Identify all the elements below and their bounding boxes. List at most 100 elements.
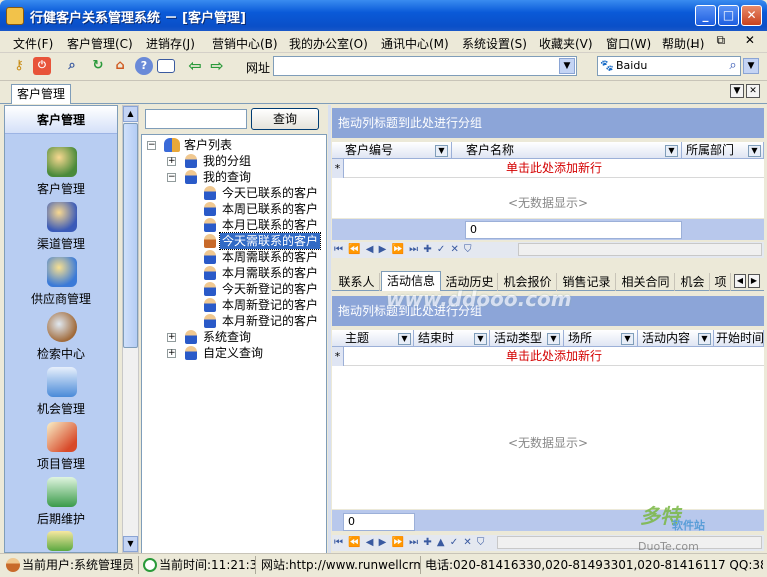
help-icon[interactable]: ? (135, 57, 153, 75)
menu-settings[interactable]: 系统设置(S) (462, 35, 527, 52)
column-subject[interactable]: 主题 ▼ (332, 330, 414, 347)
tab-project[interactable]: 项 (711, 273, 731, 291)
new-row[interactable]: * 单击此处添加新行 (332, 159, 764, 178)
new-row[interactable]: * 单击此处添加新行 (332, 347, 764, 366)
nav-project-management[interactable]: 项目管理 (5, 420, 117, 475)
tree-node-my-groups[interactable]: + 我的分组 (142, 153, 326, 169)
tree-query-item-selected[interactable]: 今天需联系的客户 (142, 232, 326, 250)
address-dropdown-button[interactable]: ▼ (559, 58, 575, 74)
column-start-time[interactable]: 开始时间 (714, 330, 764, 347)
tree-node-custom-queries[interactable]: + 自定义查询 (142, 345, 326, 361)
tab-close-button[interactable]: ✕ (746, 84, 760, 98)
tree-query-item[interactable]: 今天新登记的客户 (142, 281, 326, 297)
expand-icon[interactable]: + (167, 349, 176, 358)
column-department[interactable]: 所属部门 ▼ (682, 142, 764, 159)
address-input[interactable] (273, 56, 577, 76)
search-icon[interactable]: ⌕ (63, 57, 81, 75)
power-icon[interactable]: ⏻ (33, 57, 51, 75)
customer-tree: − 客户列表 + 我的分组 − 我的查询 今天已联系的客户 本周已联系的客户 本… (141, 134, 327, 554)
column-filter-button[interactable]: ▼ (698, 333, 711, 345)
navigator-buttons[interactable]: ⏮ ⏪ ◀ ▶ ⏩ ⏭ ✚ ✓ ✕ ⛉ (334, 242, 473, 258)
menu-file[interactable]: 文件(F) (13, 35, 53, 52)
web-search-button[interactable]: ⌕ (724, 57, 742, 75)
minimize-button[interactable]: _ (695, 5, 716, 26)
forward-arrow-icon[interactable]: ⇨ (208, 57, 226, 75)
key-icon[interactable]: ⚷ (10, 57, 28, 75)
column-activity-type[interactable]: 活动类型 ▼ (490, 330, 564, 347)
search-engine-dropdown[interactable]: ▼ (743, 58, 759, 74)
status-time: 当前时间:11:21:36 (141, 556, 256, 574)
tree-node-my-queries[interactable]: − 我的查询 (142, 169, 326, 185)
group-by-hint[interactable]: 拖动列标题到此处进行分组 (332, 108, 764, 138)
grid-hscrollbar[interactable] (497, 536, 762, 549)
tree-node-system-queries[interactable]: + 系统查询 (142, 329, 326, 345)
menu-marketing[interactable]: 营销中心(B) (212, 35, 278, 52)
menu-window[interactable]: 窗口(W) (606, 35, 651, 52)
tree-query-item[interactable]: 本周新登记的客户 (142, 297, 326, 313)
back-arrow-icon[interactable]: ⇦ (186, 57, 204, 75)
column-venue[interactable]: 场所 ▼ (564, 330, 638, 347)
tree-query-item[interactable]: 本月新登记的客户 (142, 313, 326, 329)
scrollbar-thumb[interactable] (123, 123, 138, 348)
maximize-button[interactable]: □ (718, 5, 739, 26)
tabs-scroll-left[interactable]: ◀ (734, 274, 746, 288)
window-icon[interactable] (157, 59, 175, 73)
nav-channel-management[interactable]: 渠道管理 (5, 200, 117, 255)
collapse-icon[interactable]: − (167, 173, 176, 182)
nav-opportunity-management[interactable]: 机会管理 (5, 365, 117, 420)
column-filter-button[interactable]: ▼ (474, 333, 487, 345)
refresh-icon[interactable]: ↻ (89, 57, 107, 75)
column-activity-content[interactable]: 活动内容 ▼ (638, 330, 714, 347)
collapse-icon[interactable]: − (147, 141, 156, 150)
tab-related-contracts[interactable]: 相关合同 (617, 273, 675, 291)
web-search-input[interactable]: Baidu (597, 56, 741, 76)
tab-opportunity[interactable]: 机会 (676, 273, 710, 291)
navigator-buttons[interactable]: ⏮ ⏪ ◀ ▶ ⏩ ⏭ ✚ ▲ ✓ ✕ ⛉ (334, 535, 485, 551)
nav-search-center[interactable]: 检索中心 (5, 310, 117, 365)
column-filter-button[interactable]: ▼ (748, 145, 761, 157)
home-icon[interactable]: ⌂ (111, 57, 129, 75)
grid-hscrollbar[interactable] (518, 243, 762, 256)
column-customer-name[interactable]: 客户名称 ▼ (452, 142, 682, 159)
menu-favorites[interactable]: 收藏夹(V) (539, 35, 593, 52)
tree-root[interactable]: − 客户列表 (142, 137, 326, 153)
nav-supplier-management[interactable]: 供应商管理 (5, 255, 117, 310)
tree-query-item[interactable]: 本周已联系的客户 (142, 201, 326, 217)
tree-search-input[interactable] (145, 109, 247, 129)
close-button[interactable]: ✕ (741, 5, 762, 26)
scroll-up-button[interactable]: ▲ (123, 106, 138, 122)
tree-query-item[interactable]: 本月已联系的客户 (142, 217, 326, 233)
tree-query-item[interactable]: 本月需联系的客户 (142, 265, 326, 281)
person-icon (204, 266, 216, 280)
tree-search-button[interactable]: 查询 (251, 108, 319, 130)
menu-communication[interactable]: 通讯中心(M) (381, 35, 449, 52)
column-end-time[interactable]: 结束时 ▼ (414, 330, 490, 347)
tree-query-item[interactable]: 今天已联系的客户 (142, 185, 326, 201)
expand-icon[interactable]: + (167, 157, 176, 166)
nav-customer-management[interactable]: 客户管理 (5, 145, 117, 200)
tabs-scroll-right[interactable]: ▶ (748, 274, 760, 288)
person-icon (204, 234, 216, 248)
column-filter-button[interactable]: ▼ (665, 145, 678, 157)
column-filter-button[interactable]: ▼ (547, 333, 560, 345)
mdi-controls[interactable]: _ ⧉ ✕ (691, 33, 763, 48)
tree-query-item[interactable]: 本周需联系的客户 (142, 249, 326, 265)
nav-maintenance[interactable]: 后期维护 (5, 475, 117, 530)
panel-splitter[interactable] (328, 105, 331, 554)
more-nav-icon[interactable] (47, 531, 73, 551)
outlook-bar-header[interactable]: 客户管理 (5, 106, 117, 134)
column-customer-id[interactable]: 客户编号 ▼ (332, 142, 452, 159)
tab-contacts[interactable]: 联系人 (334, 273, 380, 291)
column-filter-button[interactable]: ▼ (398, 333, 411, 345)
menu-customer[interactable]: 客户管理(C) (67, 35, 133, 52)
column-filter-button[interactable]: ▼ (435, 145, 448, 157)
expand-icon[interactable]: + (167, 333, 176, 342)
tab-customer-management[interactable]: 客户管理 (11, 84, 71, 104)
scroll-down-button[interactable]: ▼ (123, 536, 138, 552)
column-filter-button[interactable]: ▼ (621, 333, 634, 345)
tab-list-button[interactable]: ▼ (730, 84, 744, 98)
status-time-text: 当前时间:11:21:36 (159, 558, 256, 572)
menu-inventory[interactable]: 进销存(J) (146, 35, 195, 52)
menu-office[interactable]: 我的办公室(O) (289, 35, 368, 52)
grid-splitter[interactable] (332, 260, 764, 270)
